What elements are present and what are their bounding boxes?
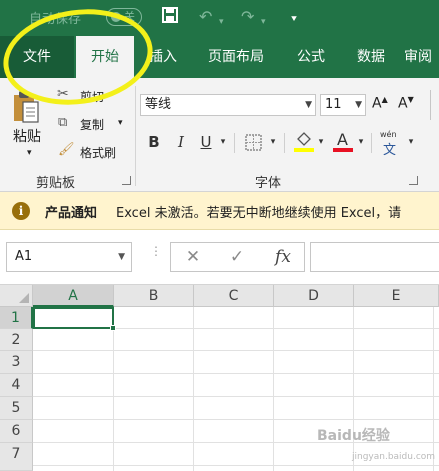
font-size-value: 11	[325, 97, 342, 112]
copy-icon: ⧉	[58, 115, 68, 130]
redo-dropdown-icon[interactable]: ▾	[261, 12, 266, 32]
font-color-letter: A	[337, 130, 348, 149]
font-color-icon[interactable]: A	[333, 130, 355, 154]
row-header-4[interactable]: 4	[0, 374, 33, 397]
fill-color-dropdown-icon[interactable]: ▾	[316, 130, 326, 154]
chevron-down-icon: ▼	[305, 100, 312, 110]
row-header-5[interactable]: 5	[0, 397, 33, 420]
customize-quick-access-icon[interactable]: ⯆	[290, 10, 298, 30]
gridline	[33, 419, 439, 420]
product-notice-bar: i 产品通知 Excel 未激活。若要无中断地继续使用 Excel，请	[0, 192, 439, 230]
info-icon: i	[12, 202, 30, 220]
tab-review[interactable]: 审阅	[404, 36, 439, 78]
fill-handle[interactable]	[110, 325, 116, 331]
gridline	[33, 350, 439, 351]
decrease-font-size-icon[interactable]: A▼	[398, 95, 414, 112]
confirm-entry-icon[interactable]: ✓	[217, 243, 257, 271]
font-group-label: 字体	[255, 176, 282, 191]
active-cell-a1[interactable]	[33, 307, 114, 329]
gridline	[33, 373, 439, 374]
gridline	[353, 307, 354, 471]
column-header-d[interactable]: D	[274, 285, 354, 307]
format-painter-button[interactable]: 格式刷	[80, 144, 116, 161]
phonetic-guide-icon[interactable]: wén 文	[380, 130, 402, 158]
formula-input[interactable]	[310, 242, 439, 272]
chevron-down-icon: ▼	[118, 252, 125, 262]
tab-formulas[interactable]: 公式	[284, 36, 338, 78]
copy-button[interactable]: 复制	[80, 116, 104, 133]
formula-bar: A1 ▼ ⋮ ✕ ✓ fx	[0, 230, 439, 285]
toolbar-divider	[234, 133, 235, 153]
paste-button[interactable]: 粘贴	[13, 126, 41, 146]
phonetic-label: wén	[380, 130, 397, 139]
clipboard-group-label: 剪贴板	[36, 176, 76, 191]
column-header-a[interactable]: A	[33, 285, 114, 307]
gridline	[33, 465, 439, 466]
notice-message: Excel 未激活。若要无中断地继续使用 Excel，请	[116, 206, 402, 221]
gridline	[113, 307, 114, 471]
phonetic-char: 文	[383, 143, 397, 158]
redo-icon[interactable]: ↷	[241, 7, 254, 27]
borders-icon[interactable]	[245, 134, 262, 151]
font-launcher-icon[interactable]	[409, 176, 418, 185]
underline-dropdown-icon[interactable]: ▾	[218, 130, 228, 154]
row-header-6[interactable]: 6	[0, 420, 33, 443]
row-header-2[interactable]: 2	[0, 329, 33, 351]
font-name-value: 等线	[145, 97, 172, 112]
copy-dropdown-icon[interactable]: ▾	[118, 118, 123, 128]
resize-handle-icon[interactable]: ⋮	[150, 245, 162, 257]
name-box[interactable]: A1 ▼	[6, 242, 132, 272]
cancel-entry-icon[interactable]: ✕	[173, 243, 213, 271]
gridline	[273, 307, 274, 471]
borders-dropdown-icon[interactable]: ▾	[268, 130, 278, 154]
watermark: Baidu经验	[317, 428, 390, 444]
gridline	[33, 396, 439, 397]
group-divider	[135, 86, 136, 186]
toolbar-divider	[371, 133, 372, 153]
watermark-url: jingyan.baidu.com	[352, 452, 436, 462]
clipboard-launcher-icon[interactable]	[122, 176, 131, 185]
tab-data[interactable]: 数据	[344, 36, 398, 78]
paste-dropdown-icon[interactable]: ▾	[27, 148, 32, 158]
save-icon[interactable]	[162, 7, 178, 28]
font-name-dropdown[interactable]: 等线 ▼	[140, 94, 316, 116]
name-box-value: A1	[15, 249, 33, 264]
format-painter-icon: 🖌	[58, 142, 75, 157]
chevron-down-icon: ▼	[355, 100, 362, 110]
formula-buttons: ✕ ✓ fx	[170, 242, 305, 272]
font-color-swatch	[333, 148, 353, 152]
tab-page-layout[interactable]: 页面布局	[196, 36, 276, 78]
gridline	[193, 307, 194, 471]
column-header-c[interactable]: C	[194, 285, 274, 307]
column-header-e[interactable]: E	[354, 285, 439, 307]
bold-button[interactable]: B	[146, 130, 162, 154]
insert-function-icon[interactable]: fx	[263, 243, 303, 271]
row-header-3[interactable]: 3	[0, 351, 33, 374]
phonetic-dropdown-icon[interactable]: ▾	[406, 130, 416, 154]
gridline	[433, 307, 434, 471]
undo-dropdown-icon[interactable]: ▾	[219, 12, 224, 32]
italic-button[interactable]: I	[174, 130, 188, 154]
font-size-dropdown[interactable]: 11 ▼	[320, 94, 366, 116]
font-color-dropdown-icon[interactable]: ▾	[356, 130, 366, 154]
alignment-group-edge	[430, 90, 439, 120]
fill-color-icon[interactable]	[294, 131, 314, 153]
underline-button[interactable]: U	[199, 130, 213, 154]
increase-font-size-icon[interactable]: A▲	[372, 95, 388, 112]
notice-title: 产品通知	[45, 206, 98, 221]
row-header-7[interactable]: 7	[0, 443, 33, 471]
select-all-button[interactable]	[0, 285, 33, 307]
column-header-b[interactable]: B	[114, 285, 194, 307]
toolbar-divider	[284, 133, 285, 153]
undo-icon[interactable]: ↶	[199, 7, 212, 27]
row-header-1[interactable]: 1	[0, 307, 33, 329]
select-all-icon	[19, 293, 29, 303]
